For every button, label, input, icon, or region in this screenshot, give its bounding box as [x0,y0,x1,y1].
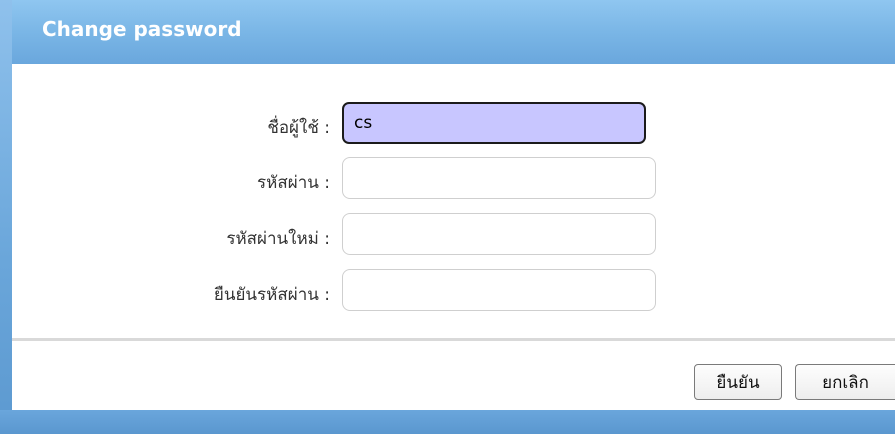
dialog-titlebar: Change password [0,0,895,64]
dialog-title: Change password [42,17,242,41]
new-password-label: รหัสผ่านใหม่ : [226,229,330,249]
current-password-label: รหัสผ่าน : [257,173,330,193]
change-password-dialog: Change password ชื่อผู้ใช้ : รหัสผ่าน : … [0,0,895,434]
username-label: ชื่อผู้ใช้ : [267,118,330,138]
left-border [0,0,12,434]
form-content: ชื่อผู้ใช้ : รหัสผ่าน : รหัสผ่านใหม่ : ย… [12,64,895,404]
confirm-password-field[interactable] [342,269,656,311]
current-password-field[interactable] [342,157,656,199]
confirm-password-row: ยืนยันรหัสผ่าน : [12,269,895,313]
current-password-row: รหัสผ่าน : [12,157,895,201]
username-field[interactable] [342,102,646,144]
confirm-button[interactable]: ยืนยัน [694,364,782,400]
dialog-bottom-bar [0,410,895,434]
new-password-row: รหัสผ่านใหม่ : [12,213,895,257]
confirm-password-label: ยืนยันรหัสผ่าน : [213,285,330,305]
new-password-field[interactable] [342,213,656,255]
username-row: ชื่อผู้ใช้ : [12,102,895,146]
cancel-button[interactable]: ยกเลิก [795,364,895,400]
form-divider [12,338,895,341]
